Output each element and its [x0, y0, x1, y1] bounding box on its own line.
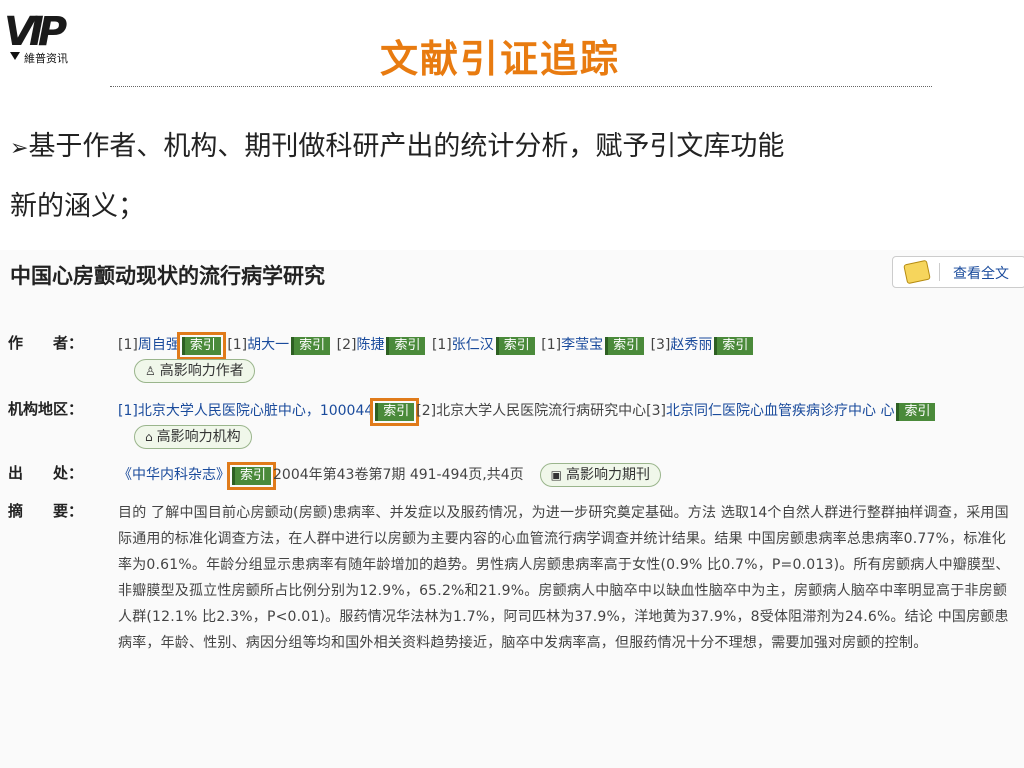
author-prefix: [3]: [650, 337, 671, 353]
author-link[interactable]: 陈捷: [356, 337, 384, 353]
organization-label: 机构地区：: [8, 400, 84, 418]
org-link[interactable]: 北京同仁医院心血管疾病诊疗中心: [666, 403, 876, 419]
abstract-text: 目的 了解中国目前心房颤动(房颤)患病率、并发症以及服药情况，为进一步研究奠定基…: [118, 505, 1010, 651]
document-icon: [903, 259, 931, 285]
index-tag[interactable]: 索引: [291, 337, 331, 355]
author-link[interactable]: 赵秀丽: [670, 337, 712, 353]
author-prefix: [1]: [227, 337, 248, 353]
high-impact-org-label: 高影响力机构: [156, 429, 241, 445]
author-link[interactable]: 胡大一: [247, 337, 289, 353]
high-impact-journal-button[interactable]: ▣ 高影响力期刊: [539, 463, 662, 487]
abstract-label: 摘 要：: [8, 502, 84, 520]
index-tag[interactable]: 索引: [386, 337, 426, 355]
org-link-tail[interactable]: 心: [880, 403, 894, 419]
source-label: 出 处：: [8, 464, 84, 482]
logo-subtitle: 維普资讯: [24, 52, 68, 65]
high-impact-author-label: 高影响力作者: [159, 363, 244, 379]
journal-link[interactable]: 《中华内科杂志》: [118, 467, 230, 483]
article-panel: 中国心房颤动现状的流行病学研究 查看全文 作 者： [1]周自强 索引 [1]胡大…: [0, 250, 1024, 768]
organization-list: [1]北京大学人民医院心脏中心，100044 索引 [2]北京大学人民医院流行病研究…: [118, 398, 1018, 450]
vip-logo: VIP 維普资讯: [0, 8, 110, 65]
org-prefix: [3]: [646, 403, 666, 419]
org-text: [2]北京大学人民医院流行病研究中心: [416, 403, 647, 419]
person-icon: ♙: [145, 364, 156, 378]
view-fulltext-button[interactable]: 查看全文: [892, 256, 1024, 288]
article-title: 中国心房颤动现状的流行病学研究: [10, 263, 325, 288]
logo-triangle-icon: [10, 52, 20, 60]
journal-icon: ▣: [550, 468, 563, 482]
author-prefix: [1]: [431, 337, 452, 353]
high-impact-author-button[interactable]: ♙ 高影响力作者: [134, 359, 255, 383]
high-impact-journal-label: 高影响力期刊: [566, 467, 651, 483]
authors-label: 作 者：: [8, 334, 84, 352]
index-tag[interactable]: 索引: [896, 403, 936, 421]
bullet-point: ➢基于作者、机构、期刊做科研产出的统计分析，赋予引文库功能 新的涵义；: [10, 118, 1010, 236]
authors-list: [1]周自强 索引 [1]胡大一 索引 [2]陈捷 索引 [1]张仁汉 索引 [1]李莹…: [118, 332, 1018, 384]
index-tag[interactable]: 索引: [176, 332, 226, 360]
high-impact-org-button[interactable]: ⌂ 高影响力机构: [134, 425, 252, 449]
author-link[interactable]: 张仁汉: [452, 337, 494, 353]
logo-mark: VIP: [4, 9, 67, 55]
title-divider: [110, 86, 932, 87]
index-tag[interactable]: 索引: [370, 398, 420, 426]
author-link[interactable]: 周自强: [138, 337, 180, 353]
source-info: 《中华内科杂志》 索引 2004年第43卷第7期 491-494页,共4页 ▣ 高影响力…: [118, 462, 1018, 490]
bullet-line-1: 基于作者、机构、期刊做科研产出的统计分析，赋予引文库功能: [28, 131, 785, 162]
author-prefix: [2]: [336, 337, 357, 353]
author-prefix: [1]: [118, 337, 138, 353]
author-prefix: [1]: [541, 337, 562, 353]
index-tag[interactable]: 索引: [714, 337, 754, 355]
slide-title: 文献引证追踪: [380, 37, 621, 81]
bullet-arrow-icon: ➢: [10, 136, 29, 161]
org-link[interactable]: [1]北京大学人民医院心脏中心，100044: [118, 403, 373, 419]
index-tag[interactable]: 索引: [226, 462, 277, 490]
index-tag[interactable]: 索引: [495, 337, 535, 355]
button-separator: [939, 263, 940, 281]
view-fulltext-label: 查看全文: [953, 266, 1009, 282]
index-tag[interactable]: 索引: [605, 337, 645, 355]
author-link[interactable]: 李莹宝: [561, 337, 603, 353]
bullet-line-2: 新的涵义；: [10, 191, 145, 222]
source-details: 2004年第43卷第7期 491-494页,共4页: [273, 467, 524, 483]
building-icon: ⌂: [145, 430, 153, 444]
